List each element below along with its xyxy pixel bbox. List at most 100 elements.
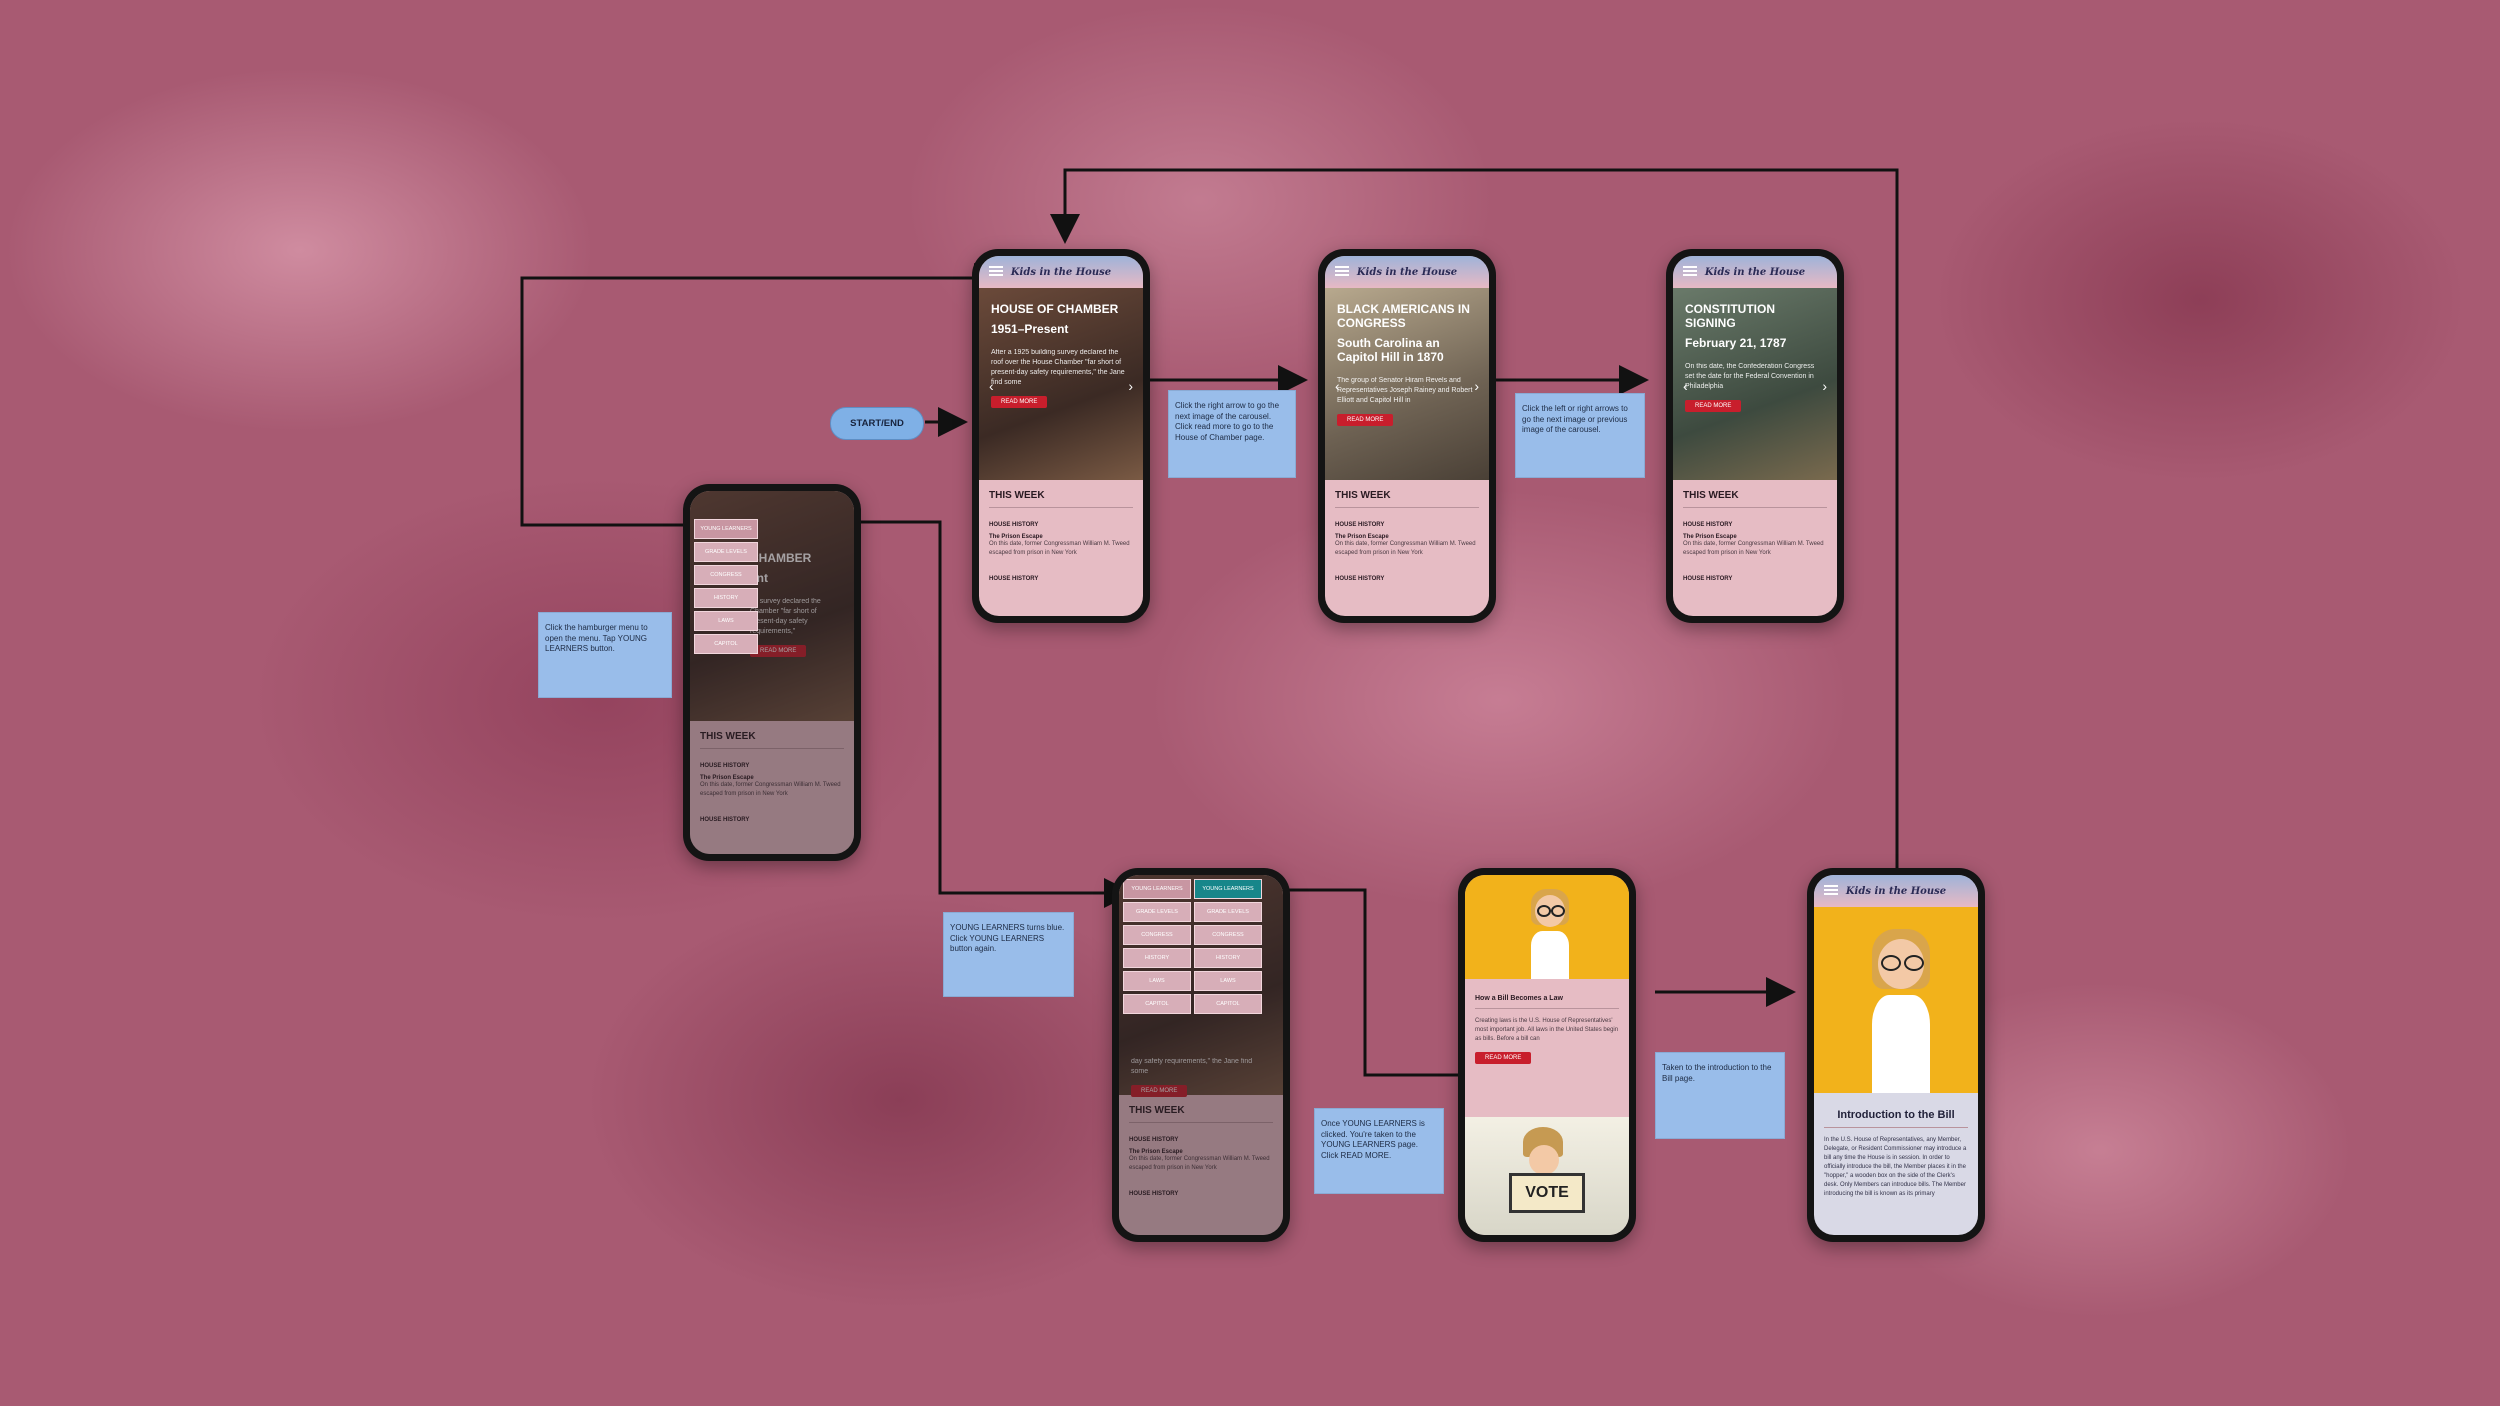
read-more-button[interactable]: READ MORE: [1337, 414, 1394, 426]
screen: How a Bill Becomes a Law Creating laws i…: [1465, 875, 1629, 1235]
read-more-button[interactable]: READ MORE: [991, 396, 1048, 408]
screen: Kids in the House HOUSE OF CHAMBER 1951–…: [979, 256, 1143, 616]
divider: [1335, 507, 1479, 508]
menu-item-history[interactable]: HISTORY: [1194, 948, 1262, 968]
kid-photo: [1465, 875, 1629, 979]
category-label: HOUSE HISTORY: [1335, 522, 1385, 528]
screen: Kids in the House Introduction to the Bi…: [1814, 875, 1978, 1235]
girl-thumbs-up-image: [1525, 889, 1575, 979]
slide-subtitle: 1951–Present: [991, 322, 1069, 336]
site-header: Kids in the House: [1814, 875, 1978, 907]
note-young-learners-blue: YOUNG LEARNERS turns blue. Click YOUNG L…: [943, 912, 1074, 997]
menu-item-capitol[interactable]: CAPITOL: [694, 634, 758, 654]
carousel-arrows: ‹ ›: [1335, 378, 1479, 394]
chevron-left-icon[interactable]: ‹: [1335, 378, 1340, 394]
phone-carousel-1: Kids in the House HOUSE OF CHAMBER 1951–…: [972, 249, 1150, 623]
site-header: Kids in the House: [979, 256, 1143, 288]
chevron-right-icon[interactable]: ›: [1822, 378, 1827, 394]
note-text: Click the left or right arrows to go the…: [1522, 404, 1628, 434]
menu-item-young-learners[interactable]: YOUNG LEARNERS: [1123, 879, 1191, 899]
divider: [1475, 1008, 1619, 1009]
item-description: On this date, former Congressman William…: [1335, 541, 1476, 556]
note-text: Taken to the introduction to the Bill pa…: [1662, 1063, 1772, 1083]
intro-content: Introduction to the Bill In the U.S. Hou…: [1814, 1093, 1978, 1209]
menu-item-congress[interactable]: CONGRESS: [1194, 925, 1262, 945]
phone-intro-bill: Kids in the House Introduction to the Bi…: [1807, 868, 1985, 1242]
menu-item-capitol[interactable]: CAPITOL: [1194, 994, 1262, 1014]
phone-carousel-2: Kids in the House BLACK AMERICANS IN CON…: [1318, 249, 1496, 623]
carousel-slide: CONSTITUTION SIGNING February 21, 1787 O…: [1673, 288, 1837, 480]
chevron-right-icon[interactable]: ›: [1128, 378, 1133, 394]
start-end-pill: START/END: [830, 407, 924, 440]
menu-item-laws[interactable]: LAWS: [694, 611, 758, 631]
card-title: How a Bill Becomes a Law: [1475, 995, 1563, 1002]
item-description: On this date, former Congressman William…: [989, 541, 1130, 556]
menu-item-history[interactable]: HISTORY: [1123, 948, 1191, 968]
menu-item-grade-levels[interactable]: GRADE LEVELS: [1194, 902, 1262, 922]
screen: day safety requirements," the Jane find …: [1119, 875, 1283, 1235]
bill-card: How a Bill Becomes a Law Creating laws i…: [1465, 979, 1629, 1074]
menu-item-laws[interactable]: LAWS: [1123, 971, 1191, 991]
note-text: Click the right arrow to go the next ima…: [1175, 401, 1280, 442]
site-header: Kids in the House: [1673, 256, 1837, 288]
menu-item-congress[interactable]: CONGRESS: [1123, 925, 1191, 945]
nav-menu: YOUNG LEARNERS GRADE LEVELS CONGRESS HIS…: [694, 519, 758, 654]
slide-title: CONSTITUTION SIGNING: [1685, 302, 1775, 330]
kid-face: [1529, 1145, 1559, 1175]
girl-thumbs-up-image: [1866, 929, 1936, 1093]
vote-sign-text: VOTE: [1525, 1184, 1569, 1201]
menu-item-capitol[interactable]: CAPITOL: [1123, 994, 1191, 1014]
category-label: HOUSE HISTORY: [1683, 522, 1733, 528]
item-description: On this date, former Congressman William…: [1683, 541, 1824, 556]
carousel-slide: HOUSE OF CHAMBER 1951–Present After a 19…: [979, 288, 1143, 480]
divider: [1683, 507, 1827, 508]
menu-item-grade-levels[interactable]: GRADE LEVELS: [1123, 902, 1191, 922]
hamburger-icon[interactable]: [1683, 266, 1697, 276]
chevron-left-icon[interactable]: ‹: [989, 378, 994, 394]
read-more-button[interactable]: READ MORE: [1475, 1052, 1532, 1064]
menu-item-young-learners-active[interactable]: YOUNG LEARNERS: [1194, 879, 1262, 899]
slide-subtitle: South Carolina an Capitol Hill in 1870: [1337, 336, 1444, 364]
note-text: YOUNG LEARNERS turns blue. Click YOUNG L…: [950, 923, 1065, 953]
menu-item-young-learners[interactable]: YOUNG LEARNERS: [694, 519, 758, 539]
read-more-button[interactable]: READ MORE: [1685, 400, 1742, 412]
page-title: Introduction to the Bill: [1837, 1109, 1955, 1121]
this-week-section: THIS WEEK HOUSE HISTORY The Prison Escap…: [1673, 480, 1837, 592]
brand-logo: Kids in the House: [1010, 266, 1112, 278]
nav-menu: YOUNG LEARNERS YOUNG LEARNERS GRADE LEVE…: [1123, 879, 1262, 1014]
screen: Kids in the House BLACK AMERICANS IN CON…: [1325, 256, 1489, 616]
menu-item-grade-levels[interactable]: GRADE LEVELS: [694, 542, 758, 562]
note-intro-bill: Taken to the introduction to the Bill pa…: [1655, 1052, 1785, 1139]
this-week-section: THIS WEEK HOUSE HISTORY The Prison Escap…: [1325, 480, 1489, 592]
phone-carousel-3: Kids in the House CONSTITUTION SIGNING F…: [1666, 249, 1844, 623]
phone-menu-open: CHAMBER ent ng survey declared the Chamb…: [683, 484, 861, 861]
note-hamburger: Click the hamburger menu to open the men…: [538, 612, 672, 698]
hamburger-icon[interactable]: [989, 266, 1003, 276]
menu-item-laws[interactable]: LAWS: [1194, 971, 1262, 991]
intro-text: In the U.S. House of Representatives, an…: [1824, 1137, 1967, 1197]
chevron-right-icon[interactable]: ›: [1474, 378, 1479, 394]
divider: [989, 507, 1133, 508]
slide-subtitle: February 21, 1787: [1685, 336, 1787, 350]
menu-item-congress[interactable]: CONGRESS: [694, 565, 758, 585]
note-text: Click the hamburger menu to open the men…: [545, 623, 648, 653]
brand-logo: Kids in the House: [1704, 266, 1806, 278]
note-carousel-arrows: Click the left or right arrows to go the…: [1515, 393, 1645, 478]
chevron-left-icon[interactable]: ‹: [1683, 378, 1688, 394]
carousel-arrows: ‹ ›: [1683, 378, 1827, 394]
carousel-slide: BLACK AMERICANS IN CONGRESS South Caroli…: [1325, 288, 1489, 480]
kid-photo: [1814, 907, 1978, 1093]
this-week-heading: THIS WEEK: [1335, 490, 1391, 501]
divider: [1824, 1127, 1968, 1128]
note-carousel-read-more: Click the right arrow to go the next ima…: [1168, 390, 1296, 478]
brand-logo: Kids in the House: [1356, 266, 1458, 278]
hamburger-icon[interactable]: [1335, 266, 1349, 276]
vote-sign: VOTE: [1509, 1173, 1585, 1213]
screen: CHAMBER ent ng survey declared the Chamb…: [690, 491, 854, 854]
this-week-section: THIS WEEK HOUSE HISTORY The Prison Escap…: [979, 480, 1143, 592]
site-header: Kids in the House: [1325, 256, 1489, 288]
carousel-arrows: ‹ ›: [989, 378, 1133, 394]
menu-item-history[interactable]: HISTORY: [694, 588, 758, 608]
hamburger-icon[interactable]: [1824, 885, 1838, 895]
slide-title: BLACK AMERICANS IN CONGRESS: [1337, 302, 1470, 330]
